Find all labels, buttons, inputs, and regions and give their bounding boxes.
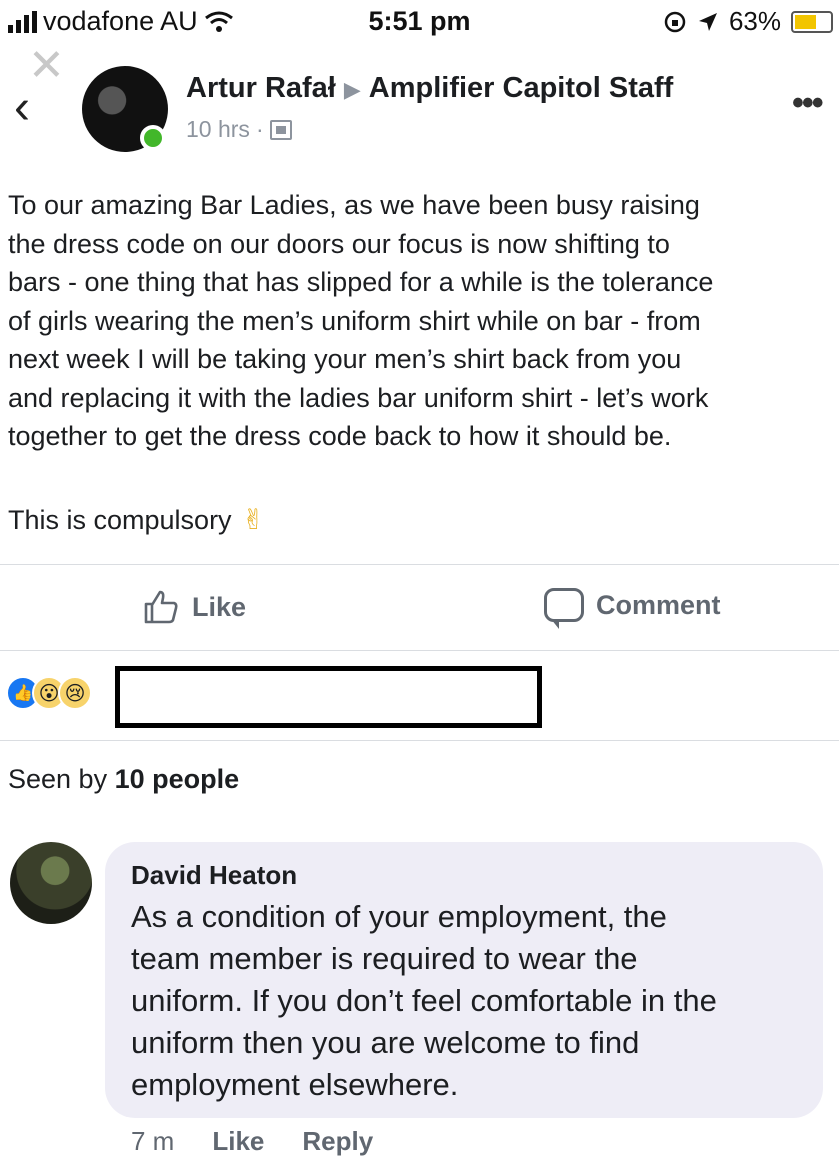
like-button[interactable]: Like <box>142 588 246 626</box>
comment-text-line: uniform. If you don’t feel comfortable i… <box>131 983 717 1018</box>
post-meta: 10 hrs · <box>186 116 292 143</box>
divider <box>0 650 839 651</box>
comment-text-line: team member is required to wear the <box>131 941 638 976</box>
post-time[interactable]: 10 hrs <box>186 116 250 143</box>
post-body-line: next week I will be taking your men’s sh… <box>8 344 682 374</box>
comment-text: As a condition of your employment, the t… <box>131 896 811 1106</box>
battery-percent: 63% <box>728 6 781 36</box>
post-body-line: bars - one thing that has slipped for a … <box>8 267 714 297</box>
author-name[interactable]: Artur Rafał <box>186 72 336 104</box>
rotation-lock-icon <box>664 11 686 32</box>
comment-like-button[interactable]: Like <box>212 1126 264 1157</box>
reactions-summary[interactable]: 👍 😮 😢 <box>6 676 92 710</box>
commenter-avatar[interactable] <box>10 842 92 924</box>
back-button[interactable]: ‹ <box>14 84 30 132</box>
location-arrow-icon <box>698 12 717 31</box>
comment-time: 7 m <box>131 1126 175 1156</box>
more-options-icon[interactable]: ••• <box>792 84 824 123</box>
comment-author[interactable]: David Heaton <box>131 860 297 891</box>
comment-reply-button[interactable]: Reply <box>302 1126 373 1157</box>
post-body-line: the dress code on our doors our focus is… <box>8 228 670 259</box>
victory-hand-emoji: ✌ <box>241 504 266 535</box>
group-name[interactable]: Amplifier Capitol Staff <box>369 72 674 104</box>
post-body-line: To our amazing Bar Ladies, as we have be… <box>8 190 700 220</box>
seen-by-prefix: Seen by <box>8 764 108 794</box>
post-body: To our amazing Bar Ladies, as we have be… <box>8 186 834 456</box>
sad-reaction-icon: 😢 <box>58 676 92 710</box>
redaction-box <box>115 666 542 728</box>
online-status-dot <box>140 125 166 151</box>
close-icon[interactable]: ✕ <box>28 40 65 91</box>
comment-actions: 7 m Like Reply <box>131 1126 373 1157</box>
seen-by-count: 10 people <box>114 764 240 794</box>
divider <box>0 740 839 741</box>
group-audience-icon <box>269 119 292 140</box>
post-header: Artur Rafał ▶ Amplifier Capitol Staff <box>186 72 673 105</box>
comment-bubble-icon <box>544 588 584 629</box>
comment-text-line: uniform then you are welcome to find <box>131 1025 640 1060</box>
battery-fill <box>795 14 817 29</box>
post-closing: This is compulsory ✌ <box>8 501 265 539</box>
comment-label: Comment <box>596 589 721 620</box>
status-bar: vodafone AU 5:51 pm 63% <box>0 0 839 40</box>
divider <box>0 564 839 565</box>
post-closing-text: This is compulsory <box>8 505 232 535</box>
post-body-line: of girls wearing the men’s uniform shirt… <box>8 305 701 336</box>
comment-text-line: As a condition of your employment, the <box>131 899 667 934</box>
meta-separator: · <box>255 116 264 142</box>
seen-by[interactable]: Seen by 10 people <box>8 764 239 795</box>
like-label: Like <box>192 591 247 622</box>
comment-text-line: employment elsewhere. <box>131 1067 459 1102</box>
post-body-line: together to get the dress code back to h… <box>8 421 672 451</box>
post-body-line: and replacing it with the ladies bar uni… <box>8 382 709 413</box>
battery-icon <box>791 10 833 33</box>
arrow-right-icon: ▶ <box>343 77 361 102</box>
comment-button[interactable]: Comment <box>544 588 721 629</box>
thumbs-up-icon <box>144 590 178 624</box>
status-right: 63% <box>663 6 833 37</box>
